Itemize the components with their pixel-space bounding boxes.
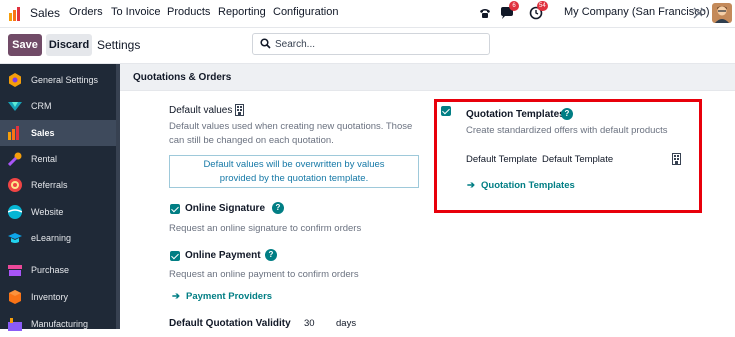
save-button[interactable]: Save: [8, 34, 42, 56]
info-alert-line-2: provided by the quotation template.: [219, 173, 369, 184]
page-title: Settings: [97, 38, 141, 52]
menu-to-invoice[interactable]: To Invoice: [111, 6, 161, 18]
sidebar-item-crm[interactable]: CRM: [0, 93, 116, 119]
sidebar-item-label: Purchase: [31, 265, 70, 275]
sales-icon: [8, 126, 19, 140]
online-payment-desc: Request an online payment to confirm ord…: [169, 269, 359, 280]
online-signature-label: Online Signature: [185, 203, 266, 214]
default-values-label: Default values: [169, 105, 233, 116]
sidebar-item-elearning[interactable]: eLearning: [0, 225, 116, 251]
online-signature-desc: Request an online signature to confirm o…: [169, 223, 362, 234]
payment-providers-link[interactable]: Payment Providers: [186, 291, 272, 302]
settings-search[interactable]: [252, 33, 490, 55]
rental-icon: [8, 152, 22, 166]
app-name[interactable]: Sales: [30, 6, 60, 20]
debug-tools-icon[interactable]: [693, 7, 705, 20]
default-values-desc-1: Default values used when creating new qu…: [169, 121, 413, 132]
purchase-icon: [8, 265, 22, 276]
company-switcher[interactable]: My Company (San Francisco): [564, 6, 710, 18]
sidebar-item-sales[interactable]: Sales: [0, 120, 116, 146]
sidebar-item-referrals[interactable]: Referrals: [0, 172, 116, 198]
sidebar-item-label: CRM: [31, 101, 52, 111]
sidebar-item-label: eLearning: [31, 233, 72, 243]
sidebar-item-label: Sales: [31, 128, 55, 138]
discard-button[interactable]: Discard: [46, 34, 92, 56]
activity-badge: 54: [537, 1, 548, 11]
sidebar-item-purchase[interactable]: Purchase: [0, 257, 116, 283]
online-payment-checkbox[interactable]: [170, 251, 180, 261]
default-values-desc-2: can still be changed on each quotation.: [169, 135, 334, 146]
help-icon[interactable]: ?: [265, 249, 277, 261]
menu-configuration[interactable]: Configuration: [273, 6, 338, 18]
section-header: Quotations & Orders: [120, 64, 735, 91]
search-icon: [260, 38, 271, 49]
company-building-icon: [235, 104, 244, 116]
website-icon: [8, 205, 22, 219]
arrow-right-icon: ➔: [172, 291, 180, 302]
sidebar-item-label: Referrals: [31, 180, 68, 190]
online-payment-label: Online Payment: [185, 250, 261, 261]
sidebar-item-rental[interactable]: Rental: [0, 146, 116, 172]
menu-products[interactable]: Products: [167, 6, 210, 18]
search-input[interactable]: [275, 37, 475, 51]
menu-reporting[interactable]: Reporting: [218, 6, 266, 18]
sales-app-icon[interactable]: [9, 7, 23, 21]
control-panel: Save Discard Settings: [0, 28, 735, 64]
menu-orders[interactable]: Orders: [69, 6, 103, 18]
referrals-icon: [8, 178, 22, 192]
sidebar-item-general-settings[interactable]: General Settings: [0, 67, 116, 93]
sidebar-item-label: Website: [31, 207, 64, 217]
settings-sidebar: General Settings CRM Sales Rental Referr…: [0, 64, 120, 331]
sidebar-item-label: Manufacturing: [31, 319, 89, 329]
quotation-validity-label: Default Quotation Validity: [169, 318, 291, 329]
online-signature-checkbox[interactable]: [170, 204, 180, 214]
info-alert-line-1: Default values will be overwritten by va…: [203, 159, 385, 170]
user-avatar[interactable]: [712, 3, 732, 23]
section-title: Quotations & Orders: [133, 72, 232, 83]
messages-badge: 6: [509, 1, 519, 11]
elearning-icon: [8, 233, 22, 243]
general-settings-icon: [9, 73, 21, 87]
help-icon[interactable]: ?: [272, 202, 284, 214]
sidebar-item-manufacturing[interactable]: Manufacturing: [0, 311, 116, 337]
top-navbar: Sales Orders To Invoice Products Reporti…: [0, 0, 735, 28]
inventory-icon: [9, 290, 21, 304]
sidebar-item-website[interactable]: Website: [0, 199, 116, 225]
sidebar-item-label: General Settings: [31, 75, 99, 85]
sidebar-item-label: Inventory: [31, 292, 69, 302]
sidebar-item-inventory[interactable]: Inventory: [0, 284, 116, 310]
phone-icon[interactable]: [478, 6, 492, 20]
crm-icon: [8, 102, 22, 111]
sidebar-item-label: Rental: [31, 154, 58, 164]
highlight-box: [434, 99, 702, 213]
info-alert: Default values will be overwritten by va…: [169, 155, 419, 188]
